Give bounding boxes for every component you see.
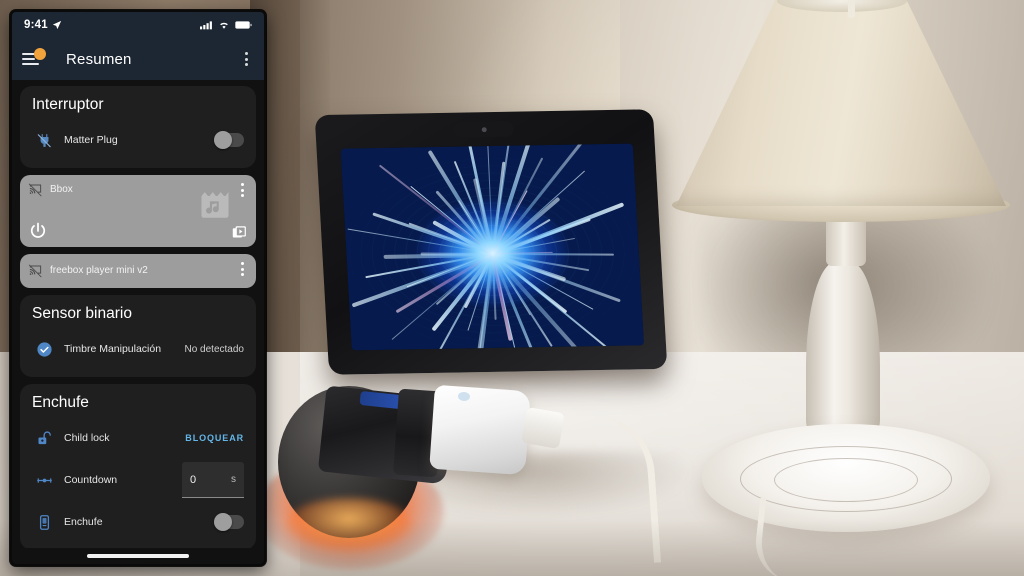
card-title: Interruptor: [32, 96, 104, 113]
countdown-number-input[interactable]: 0 s: [182, 462, 244, 498]
home-assistant-app: 9:41 Resumen Interruptor Matter Plug Bbo…: [12, 12, 264, 564]
status-bar-right: [200, 20, 252, 30]
row-enchufe-switch[interactable]: Enchufe: [32, 506, 244, 538]
wifi-icon: [218, 20, 230, 30]
countdown-unit: s: [231, 474, 236, 485]
hyperspace-screensaver: [340, 143, 645, 351]
cast-icon: [28, 182, 43, 197]
row-timbre-manipulacion[interactable]: Timbre Manipulación No detectado: [32, 333, 244, 365]
power-socket-icon: [32, 514, 56, 531]
power-icon[interactable]: [28, 221, 48, 241]
tablet-screen: [340, 143, 645, 351]
row-matter-plug[interactable]: Matter Plug: [32, 124, 244, 156]
lamp-base-ring-inner: [774, 458, 918, 502]
media-card-header: Bbox: [20, 175, 256, 197]
child-lock-action-button[interactable]: BLOQUEAR: [185, 433, 244, 443]
page-title: Resumen: [66, 50, 132, 68]
overflow-menu-icon[interactable]: [234, 183, 250, 197]
overflow-menu-icon[interactable]: [234, 262, 250, 276]
media-card-header: freebox player mini v2: [20, 254, 256, 278]
media-card-name: freebox player mini v2: [50, 265, 148, 276]
location-arrow-icon: [52, 20, 62, 30]
smart-plug-body: [429, 384, 531, 476]
lamp-finial: [848, 0, 855, 18]
cellular-signal-icon: [200, 20, 213, 30]
media-card-freebox[interactable]: freebox player mini v2: [20, 254, 256, 288]
row-label: Matter Plug: [64, 134, 118, 146]
status-bar-left: 9:41: [24, 19, 62, 31]
media-card-bbox[interactable]: Bbox: [20, 175, 256, 247]
row-label: Enchufe: [64, 516, 103, 528]
status-bar: 9:41: [12, 12, 264, 38]
card-sensor-binario: Sensor binario Timbre Manipulación No de…: [20, 295, 256, 377]
row-label: Countdown: [64, 474, 118, 486]
lock-open-icon: [32, 430, 56, 447]
check-circle-icon: [32, 341, 56, 358]
media-card-controls: [28, 221, 248, 241]
card-enchufe: Enchufe Child lock BLOQUEAR Countdown 0 …: [20, 384, 256, 548]
hamburger-menu-icon[interactable]: [22, 48, 46, 68]
lamp-base: [702, 424, 990, 532]
media-card-name: Bbox: [50, 184, 73, 195]
tablet-camera: [453, 120, 515, 138]
cast-icon: [28, 263, 43, 278]
toggle-matter-plug[interactable]: [214, 131, 244, 149]
timer-line-icon: [32, 472, 56, 489]
row-label: Timbre Manipulación: [64, 343, 162, 355]
home-indicator-bar[interactable]: [12, 548, 264, 564]
row-countdown[interactable]: Countdown 0 s: [32, 462, 244, 498]
phone-overlay: 9:41 Resumen Interruptor Matter Plug Bbo…: [10, 10, 266, 566]
lamp-stem: [806, 262, 880, 438]
card-interruptor: Interruptor Matter Plug: [20, 86, 256, 168]
card-title: Sensor binario: [32, 305, 132, 322]
status-bar-time: 9:41: [24, 19, 48, 31]
smart-display-tablet: [314, 109, 668, 375]
countdown-value: 0: [190, 473, 197, 486]
toggle-enchufe[interactable]: [214, 513, 244, 531]
card-title: Enchufe: [32, 394, 89, 411]
row-label: Child lock: [64, 432, 110, 444]
battery-icon: [235, 20, 252, 30]
row-value: No detectado: [184, 343, 245, 355]
dashboard-content[interactable]: Interruptor Matter Plug Bbox freebox pla…: [12, 80, 264, 548]
overflow-menu-icon[interactable]: [238, 52, 254, 66]
notification-dot-icon: [34, 48, 46, 60]
row-child-lock[interactable]: Child lock BLOQUEAR: [32, 422, 244, 454]
app-bar: Resumen: [12, 38, 264, 80]
power-plug-off-icon: [32, 132, 56, 149]
media-library-icon[interactable]: [231, 224, 248, 241]
